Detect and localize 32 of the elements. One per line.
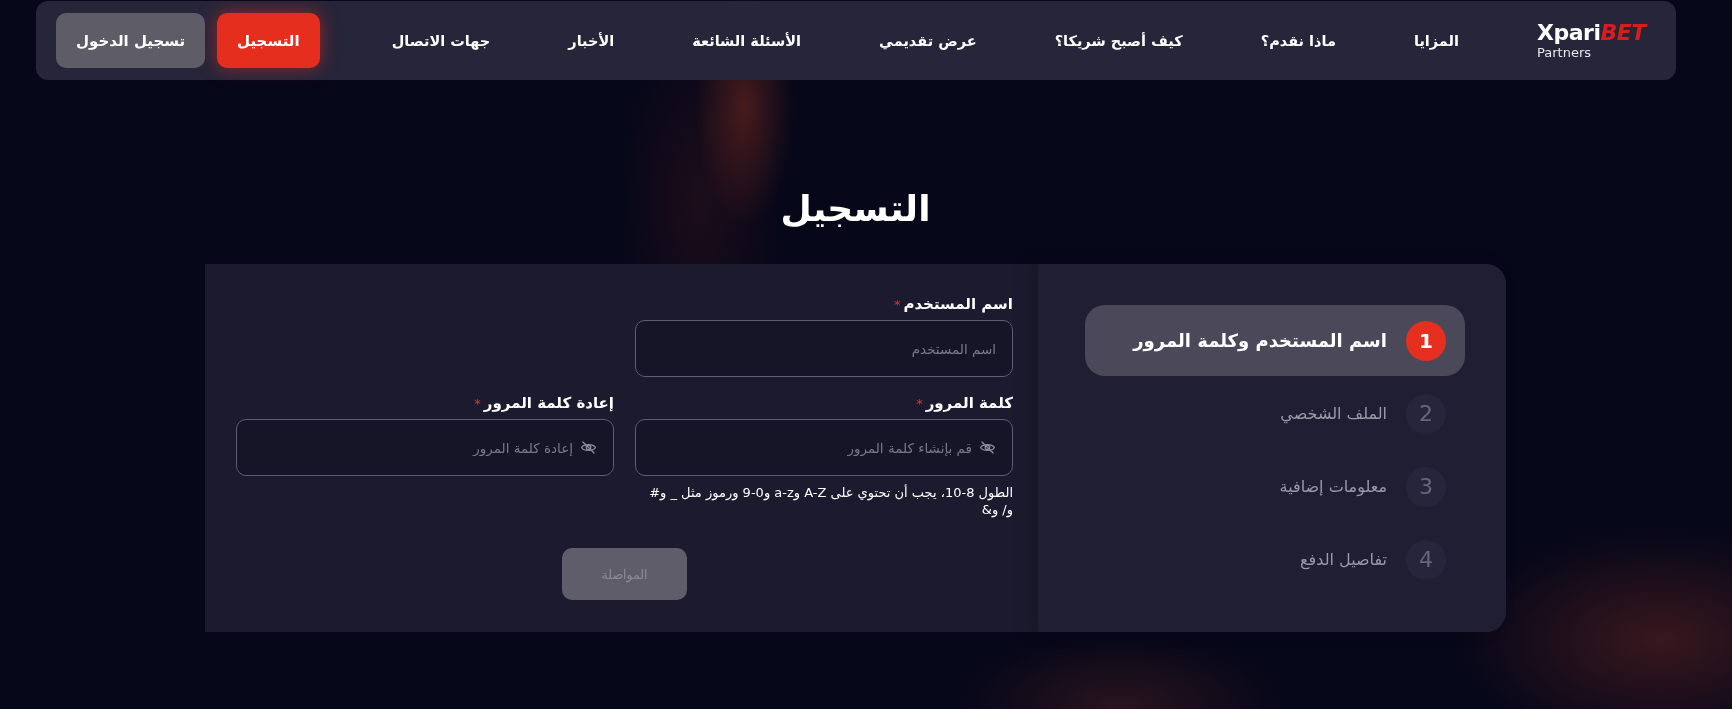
field-label: إعادة كلمة المرور <box>483 394 614 412</box>
required-mark: * <box>893 296 901 312</box>
field-label: اسم المستخدم <box>903 295 1013 313</box>
nav-link[interactable]: الأسئلة الشائعة <box>692 32 801 49</box>
step-number: 4 <box>1406 539 1446 580</box>
password-field[interactable]: قم بإنشاء كلمة المرور <box>635 419 1013 476</box>
nav-link[interactable]: ماذا نقدم؟ <box>1260 32 1336 49</box>
step-number: 3 <box>1406 466 1446 507</box>
logo-wordmark[interactable]: XpariBET <box>1537 21 1646 45</box>
required-mark: * <box>916 395 923 411</box>
step-label: الملف الشخصي <box>1280 404 1387 423</box>
username-field[interactable]: اسم المستخدم <box>635 320 1013 377</box>
step-label: معلومات إضافية <box>1279 477 1387 496</box>
nav-link[interactable]: المزايا <box>1414 32 1459 49</box>
password-field[interactable]: إعادة كلمة المرور <box>236 419 614 476</box>
step-label: اسم المستخدم وكلمة المرور <box>1133 330 1387 351</box>
logo-tagline: Partners <box>1537 45 1592 60</box>
step-number: 1 <box>1406 320 1446 361</box>
required-mark: * <box>474 395 481 411</box>
register-button[interactable]: التسجيل <box>217 13 320 68</box>
step-number: 2 <box>1406 393 1446 434</box>
field-label: كلمة المرور <box>925 394 1013 412</box>
login-button[interactable]: تسجيل الدخول <box>56 13 206 68</box>
eye-slash-icon[interactable] <box>580 441 597 454</box>
nav-link[interactable]: كيف أصبح شريكا؟ <box>1054 32 1183 49</box>
password-hint: الطول 8-10، يجب أن تحتوي على A-Z وa-z و0-9 ورموز مثل _ و# و/ و& <box>648 484 1013 518</box>
nav-link[interactable]: جهات الاتصال <box>391 32 491 49</box>
step-label: تفاصيل الدفع <box>1300 550 1387 569</box>
page-title: التسجيل <box>779 187 932 231</box>
eye-slash-icon[interactable] <box>979 441 996 454</box>
nav-link[interactable]: عرض تقديمي <box>879 32 977 49</box>
nav-link[interactable]: الأخبار <box>568 32 615 49</box>
